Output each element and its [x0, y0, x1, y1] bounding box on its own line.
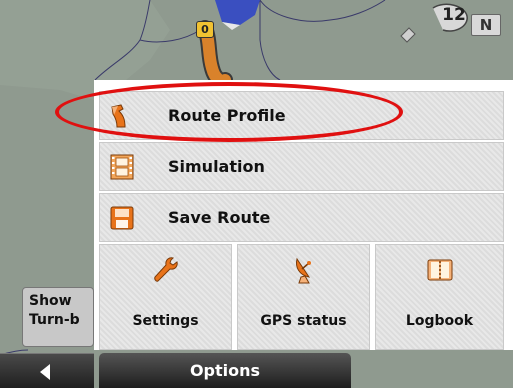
- gps-status-button[interactable]: GPS status: [237, 244, 370, 350]
- show-turn-line1: Show: [29, 293, 72, 309]
- gps-status-label: GPS status: [260, 313, 347, 329]
- floppy-disk-icon: [110, 206, 134, 229]
- menu-item-simulation[interactable]: Simulation: [99, 142, 504, 191]
- show-turn-line2: Turn-b: [29, 312, 80, 328]
- back-button[interactable]: [0, 353, 94, 388]
- logbook-icon: [427, 259, 452, 281]
- satellite-dish-icon: [295, 257, 311, 284]
- wrench-icon: [153, 257, 178, 282]
- satellite-count: 12: [442, 5, 466, 25]
- navigation-screen: 0 12 N Show Turn-b Route Profile Simulat…: [0, 0, 513, 388]
- options-tab[interactable]: Options: [99, 353, 351, 388]
- logbook-button[interactable]: Logbook: [375, 244, 504, 350]
- menu-item-save-route[interactable]: Save Route: [99, 193, 504, 242]
- logbook-label: Logbook: [405, 313, 474, 329]
- settings-button[interactable]: Settings: [99, 244, 232, 350]
- highlight-annotation-ellipse: [55, 82, 403, 142]
- menu-item-label: Save Route: [168, 208, 271, 227]
- menu-item-label: Simulation: [168, 157, 265, 176]
- road-shield-badge: 0: [196, 21, 214, 38]
- compass-indicator[interactable]: N: [471, 14, 501, 36]
- film-strip-icon: [110, 154, 134, 179]
- arrow-left-icon: [40, 364, 50, 380]
- settings-label: Settings: [132, 313, 199, 329]
- show-turn-by-turn-button[interactable]: Show Turn-b: [22, 287, 94, 347]
